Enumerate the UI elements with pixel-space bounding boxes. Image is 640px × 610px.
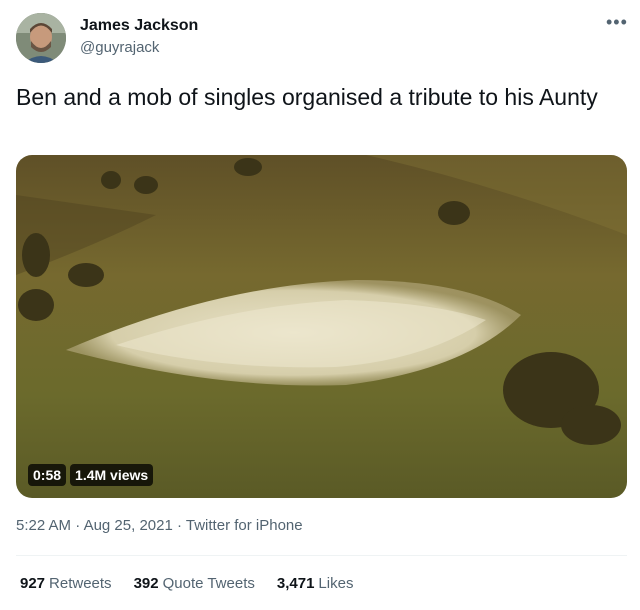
video-views-badge: 1.4M views <box>70 464 154 486</box>
video-thumbnail <box>16 155 627 498</box>
more-options-icon[interactable]: ••• <box>606 12 628 33</box>
video-player[interactable]: 0:58 1.4M views <box>16 155 627 498</box>
tweet-text: Ben and a mob of singles organised a tri… <box>16 84 598 110</box>
quote-tweets-count: 392 <box>133 575 159 592</box>
likes-label: Likes <box>318 575 354 592</box>
divider <box>16 555 627 556</box>
likes-count: 3,471 <box>276 575 315 592</box>
tweet-date[interactable]: Aug 25, 2021 <box>84 517 173 534</box>
video-duration-badge: 0:58 <box>28 464 67 486</box>
meta-separator: · <box>75 517 81 534</box>
likes-stat[interactable]: 3,471 Likes <box>277 575 354 592</box>
retweets-stat[interactable]: 927 Retweets <box>20 575 112 592</box>
tweet-stats: 927 Retweets 392 Quote Tweets 3,471 Likes <box>20 575 375 592</box>
tweet-source[interactable]: Twitter for iPhone <box>186 517 303 534</box>
author-name[interactable]: James Jackson <box>80 17 198 35</box>
meta-separator: · <box>176 517 182 534</box>
tweet-meta: 5:22 AM · Aug 25, 2021 · Twitter for iPh… <box>16 517 303 534</box>
quote-tweets-label: Quote Tweets <box>162 575 255 592</box>
avatar[interactable] <box>16 13 66 63</box>
quote-tweets-stat[interactable]: 392 Quote Tweets <box>134 575 255 592</box>
author-handle[interactable]: @guyrajack <box>80 39 159 56</box>
avatar-image <box>16 13 66 63</box>
retweets-label: Retweets <box>49 575 112 592</box>
retweets-count: 927 <box>20 575 46 592</box>
tweet-time[interactable]: 5:22 AM <box>16 517 71 534</box>
